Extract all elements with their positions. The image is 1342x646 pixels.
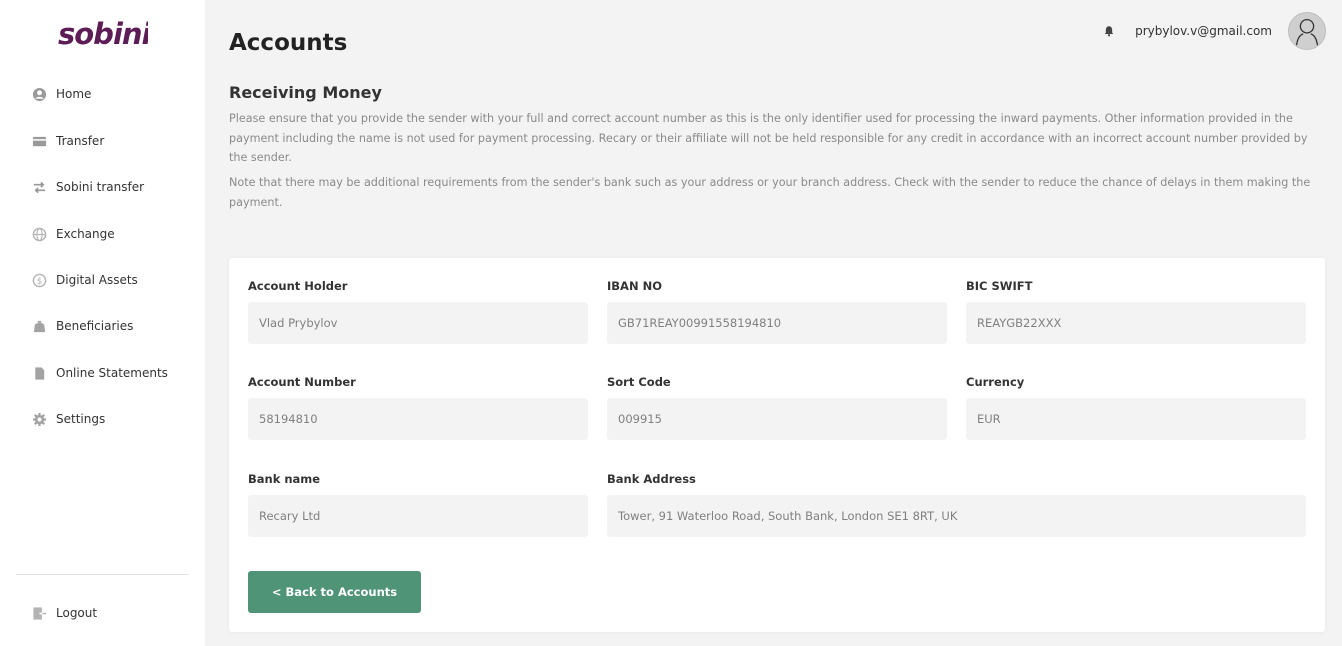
bic-swift-label: BIC SWIFT — [966, 279, 1033, 293]
sidebar-item-label: Online Statements — [56, 366, 168, 380]
sidebar-item-online-statements[interactable]: Online Statements — [31, 362, 168, 384]
sidebar-item-label: Home — [56, 87, 92, 101]
user-email[interactable]: prybylov.v@gmail.com — [1135, 24, 1272, 38]
sidebar: sobini Home Transfer Sobini transfer Exc… — [0, 0, 205, 646]
page-title: Accounts — [229, 30, 348, 56]
user-menu: prybylov.v@gmail.com — [1102, 12, 1326, 50]
bank-address-field[interactable]: Tower, 91 Waterloo Road, South Bank, Lon… — [607, 495, 1306, 537]
account-details-card: Account Holder Vlad Prybylov IBAN NO GB7… — [229, 258, 1325, 632]
sidebar-item-settings[interactable]: Settings — [31, 408, 105, 430]
currency-label: Currency — [966, 375, 1025, 389]
document-icon — [31, 365, 47, 381]
iban-field[interactable]: GB71REAY00991558194810 — [607, 302, 947, 344]
sort-code-field[interactable]: 009915 — [607, 398, 947, 440]
bag-icon — [31, 318, 47, 334]
sidebar-item-label: Digital Assets — [56, 273, 138, 287]
sidebar-item-beneficiaries[interactable]: Beneficiaries — [31, 315, 133, 337]
account-number-label: Account Number — [248, 375, 356, 389]
avatar[interactable] — [1288, 12, 1326, 50]
account-holder-label: Account Holder — [248, 279, 348, 293]
sidebar-item-transfer[interactable]: Transfer — [31, 130, 104, 152]
bic-swift-field[interactable]: REAYGB22XXX — [966, 302, 1306, 344]
sidebar-item-logout[interactable]: Logout — [31, 602, 97, 624]
sort-code-label: Sort Code — [607, 375, 671, 389]
user-circle-icon — [31, 86, 47, 102]
sidebar-item-label: Settings — [56, 412, 106, 426]
exchange-arrows-icon — [31, 179, 47, 195]
sidebar-item-label: Beneficiaries — [56, 319, 134, 333]
sidebar-item-home[interactable]: Home — [31, 83, 91, 105]
coin-icon: $ — [31, 272, 47, 288]
sidebar-item-exchange[interactable]: Exchange — [31, 223, 115, 245]
sidebar-divider — [16, 574, 189, 575]
sidebar-item-label: Transfer — [56, 134, 105, 148]
sobini-logo[interactable]: sobini — [58, 17, 154, 53]
sidebar-item-digital-assets[interactable]: $ Digital Assets — [31, 269, 138, 291]
bank-name-label: Bank name — [248, 472, 321, 486]
globe-icon — [31, 226, 47, 242]
account-number-field[interactable]: 58194810 — [248, 398, 588, 440]
card-icon — [31, 133, 47, 149]
sidebar-item-label: Exchange — [56, 227, 115, 241]
iban-label: IBAN NO — [607, 279, 662, 293]
section-title-receiving-money: Receiving Money — [229, 83, 382, 102]
logo-text: sobini — [58, 17, 148, 49]
gear-icon — [31, 411, 47, 427]
sidebar-item-label: Sobini transfer — [56, 180, 145, 194]
bank-address-label: Bank Address — [607, 472, 696, 486]
receiving-note-additional-requirements: Note that there may be additional requir… — [229, 176, 1311, 209]
bell-icon[interactable] — [1102, 24, 1116, 38]
sidebar-item-sobini-transfer[interactable]: Sobini transfer — [31, 176, 144, 198]
account-holder-field[interactable]: Vlad Prybylov — [248, 302, 588, 344]
bank-name-field[interactable]: Recary Ltd — [248, 495, 588, 537]
back-to-accounts-button[interactable]: < Back to Accounts — [248, 571, 421, 613]
logout-icon — [31, 605, 47, 621]
receiving-note-account-number: Please ensure that you provide the sende… — [229, 112, 1308, 164]
currency-field[interactable]: EUR — [966, 398, 1306, 440]
svg-text:$: $ — [36, 275, 41, 285]
sidebar-item-label: Logout — [56, 606, 98, 620]
